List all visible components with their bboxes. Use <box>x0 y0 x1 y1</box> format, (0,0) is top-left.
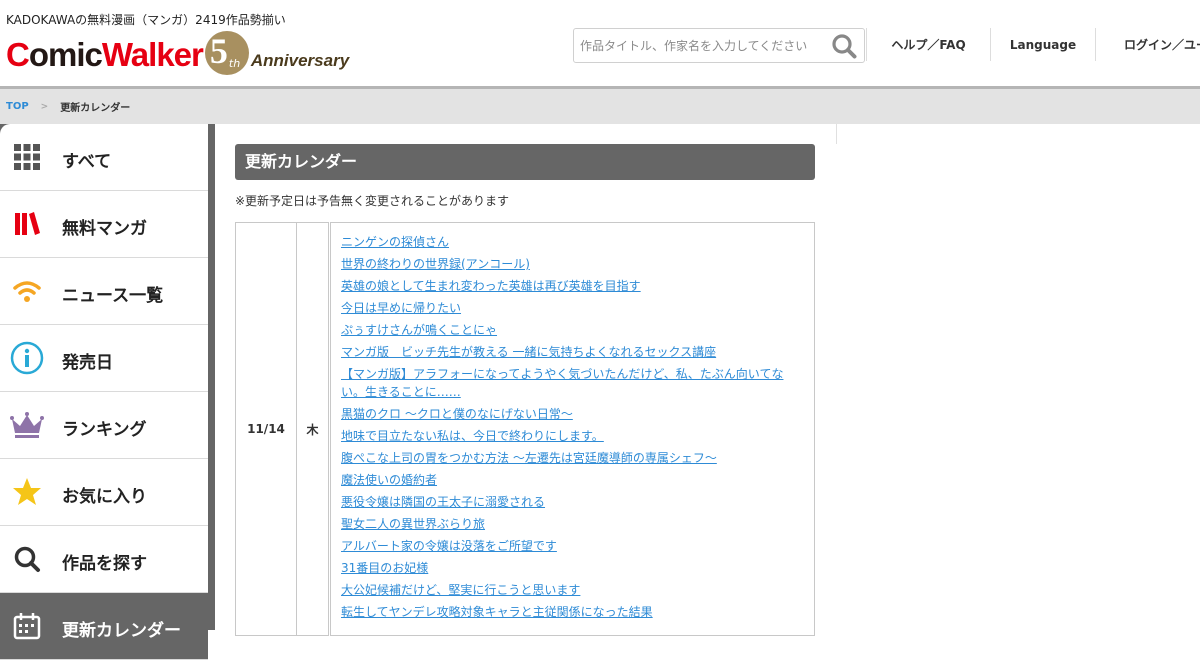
page-title: 更新カレンダー <box>235 144 815 180</box>
search-input[interactable] <box>574 29 824 62</box>
sidebar-item-ranking[interactable]: ランキング <box>0 392 208 459</box>
help-faq-link[interactable]: ヘルプ／FAQ <box>867 28 990 61</box>
manga-title-link[interactable]: 今日は早めに帰りたい <box>341 299 794 317</box>
manga-title-link[interactable]: 腹ぺこな上司の胃をつかむ方法 ～左遷先は宮廷魔導師の専属シェフ～ <box>341 449 794 467</box>
breadcrumb-separator-icon: > <box>40 101 49 112</box>
search-icon <box>10 542 44 576</box>
update-calendar-table: 11/14 木ニンゲンの探偵さん 世界の終わりの世界録(アンコール) 英雄の娘として生… <box>235 222 815 636</box>
manga-title-link[interactable]: 転生してヤンデレ攻略対象キャラと主従関係になった結果 <box>341 603 794 621</box>
calendar-date: 11/14 <box>235 222 297 636</box>
info-icon <box>10 341 44 375</box>
breadcrumb-top-link[interactable]: TOP <box>6 101 29 112</box>
sidebar-item-favorites[interactable]: お気に入り <box>0 459 208 526</box>
manga-title-link[interactable]: 悪役令嬢は隣国の王太子に溺愛される <box>341 493 794 511</box>
manga-title-link[interactable]: 黒猫のクロ ～クロと僕のなにげない日常～ <box>341 405 794 423</box>
manga-title-link[interactable]: マンガ版 ビッチ先生が教える 一緒に気持ちよくなれるセックス講座 <box>341 343 794 361</box>
content-divider <box>836 124 837 144</box>
manga-title-link[interactable]: 地味で目立たない私は、今日で終わりにします。 <box>341 427 794 445</box>
breadcrumb: TOP > 更新カレンダー <box>0 89 1200 124</box>
site-tagline: KADOKAWAの無料漫画（マンガ）2419作品勢揃い <box>6 13 286 27</box>
manga-title-link[interactable]: ニンゲンの探偵さん <box>341 233 794 251</box>
sidebar-item-news[interactable]: ニュース一覧 <box>0 258 208 325</box>
logo-wordmark: ComicWalker <box>6 36 204 73</box>
search-button[interactable] <box>830 33 858 59</box>
sidebar-item-label: 無料マンガ <box>62 219 147 239</box>
table-row: 11/14 木ニンゲンの探偵さん 世界の終わりの世界録(アンコール) 英雄の娘として生… <box>235 222 815 636</box>
sidebar-item-update-calendar[interactable]: 更新カレンダー <box>0 593 208 660</box>
calendar-icon <box>10 609 44 643</box>
sidebar: すべて 無料マンガ ニュース一覧 発売日 ランキング お気に入り 作品を探す 更… <box>0 124 215 660</box>
star-icon <box>10 475 44 509</box>
language-link[interactable]: Language <box>991 28 1095 61</box>
sidebar-item-all[interactable]: すべて <box>0 124 208 191</box>
login-link[interactable]: ログイン／ユー <box>1096 28 1200 61</box>
sidebar-item-label: ランキング <box>62 420 147 440</box>
sidebar-item-label: 作品を探す <box>62 554 147 574</box>
manga-title-link[interactable]: 31番目のお妃様 <box>341 559 794 577</box>
comicwalker-logo[interactable]: ComicWalker 5 th Anniversary <box>6 31 349 75</box>
breadcrumb-current: 更新カレンダー <box>60 103 131 114</box>
wifi-icon <box>10 274 44 308</box>
calendar-weekday: 木 <box>296 222 331 636</box>
sidebar-item-label: すべて <box>62 152 112 172</box>
manga-title-link[interactable]: 【マンガ版】アラフォーになってようやく気づいたんだけど、私、たぶん向いてない。生… <box>341 365 794 401</box>
sidebar-item-label: 発売日 <box>62 353 113 373</box>
sidebar-item-label: 更新カレンダー <box>62 621 181 641</box>
sidebar-menu: すべて 無料マンガ ニュース一覧 発売日 ランキング お気に入り 作品を探す 更… <box>0 124 208 660</box>
search-box <box>573 28 865 63</box>
sidebar-item-label: お気に入り <box>62 487 147 507</box>
grid-icon <box>10 140 44 174</box>
search-icon <box>832 34 857 59</box>
logo-anniversary-text: Anniversary <box>250 51 350 70</box>
manga-title-link[interactable]: 世界の終わりの世界録(アンコール) <box>341 255 794 273</box>
sidebar-item-search-works[interactable]: 作品を探す <box>0 526 208 593</box>
manga-title-link[interactable]: アルバート家の令嬢は没落をご所望です <box>341 537 794 555</box>
sidebar-item-label: ニュース一覧 <box>62 286 164 306</box>
manga-title-link[interactable]: 英雄の娘として生まれ変わった英雄は再び英雄を目指す <box>341 277 794 295</box>
calendar-title-list: ニンゲンの探偵さん 世界の終わりの世界録(アンコール) 英雄の娘として生まれ変わった… <box>329 222 815 636</box>
schedule-notice: ※更新予定日は予告無く変更されることがあります <box>235 194 510 208</box>
manga-title-link[interactable]: 魔法使いの婚約者 <box>341 471 794 489</box>
crown-icon <box>10 408 44 442</box>
sidebar-item-free-manga[interactable]: 無料マンガ <box>0 191 208 258</box>
manga-title-link[interactable]: 聖女二人の異世界ぶらり旅 <box>341 515 794 533</box>
manga-title-link[interactable]: 大公妃候補だけど、堅実に行こうと思います <box>341 581 794 599</box>
anniversary-badge-icon: 5 th <box>204 31 249 75</box>
header-nav: ヘルプ／FAQ Language ログイン／ユー <box>866 28 1200 61</box>
books-icon <box>10 207 44 241</box>
main-content: 更新カレンダー ※更新予定日は予告無く変更されることがあります 11/14 木ニン… <box>235 144 815 636</box>
site-header: KADOKAWAの無料漫画（マンガ）2419作品勢揃い ComicWalker … <box>0 0 1200 86</box>
sidebar-item-release-date[interactable]: 発売日 <box>0 325 208 392</box>
manga-title-link[interactable]: ぷぅすけさんが鳴くことにゃ <box>341 321 794 339</box>
